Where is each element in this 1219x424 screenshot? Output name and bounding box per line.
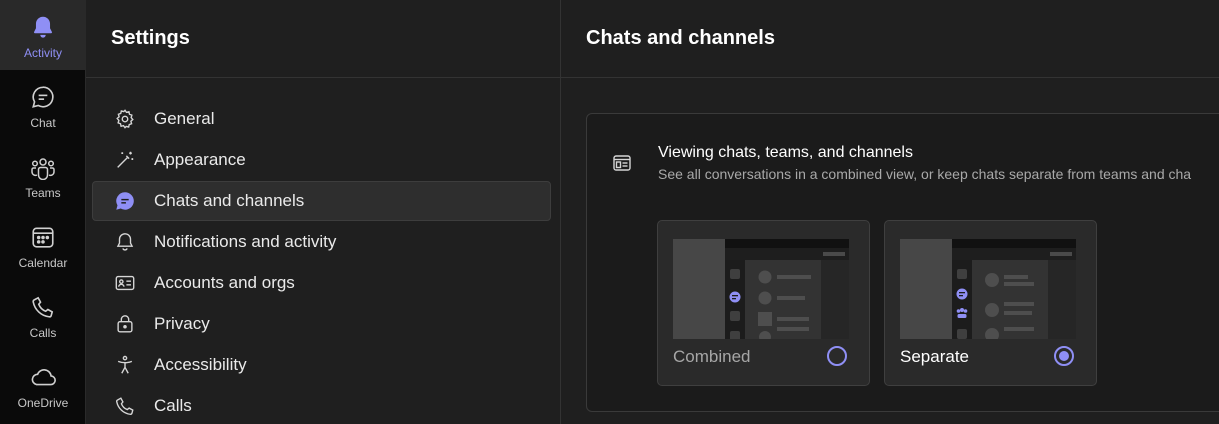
phone-icon — [113, 394, 137, 418]
rail-label: OneDrive — [17, 396, 69, 410]
chat-icon — [29, 83, 57, 111]
nav-item-chats-and-channels[interactable]: Chats and channels — [92, 181, 551, 221]
page-title: Chats and channels — [586, 27, 775, 49]
nav-label: Notifications and activity — [154, 232, 337, 251]
settings-nav: General Appearance Chats and channels No… — [92, 99, 551, 424]
settings-panel: Settings General Appearance Chats and ch… — [86, 0, 561, 424]
nav-label: Privacy — [154, 314, 210, 333]
nav-label: Calls — [154, 396, 192, 415]
calendar-icon — [29, 223, 57, 251]
cloud-icon — [29, 363, 57, 391]
settings-title: Settings — [111, 27, 190, 49]
settings-header: Settings — [86, 0, 560, 78]
nav-label: General — [154, 109, 215, 128]
view-settings-card: Viewing chats, teams, and channels See a… — [586, 113, 1219, 412]
nav-item-notifications[interactable]: Notifications and activity — [92, 222, 551, 262]
layout-icon — [612, 153, 634, 175]
nav-item-appearance[interactable]: Appearance — [92, 140, 551, 180]
rail-item-teams[interactable]: Teams — [0, 140, 86, 210]
option-combined[interactable]: Combined — [657, 220, 870, 386]
bell-icon — [113, 230, 137, 254]
nav-item-calls[interactable]: Calls — [92, 386, 551, 424]
rail-label: Activity — [23, 46, 62, 60]
bell-icon — [29, 13, 57, 41]
rail-item-activity[interactable]: Activity — [0, 0, 86, 70]
section-description: See all conversations in a combined view… — [658, 166, 1192, 182]
teams-icon — [29, 153, 57, 181]
nav-item-accessibility[interactable]: Accessibility — [92, 345, 551, 385]
rail-label: Teams — [25, 186, 61, 200]
section-title: Viewing chats, teams, and channels — [658, 144, 913, 161]
nav-item-general[interactable]: General — [92, 99, 551, 139]
nav-label: Chats and channels — [154, 191, 305, 210]
combined-preview — [673, 239, 849, 339]
rail-item-calendar[interactable]: Calendar — [0, 210, 86, 280]
nav-label: Appearance — [154, 150, 246, 169]
rail-item-calls[interactable]: Calls — [0, 280, 86, 350]
nav-label: Accessibility — [154, 355, 247, 374]
option-label: Combined — [673, 347, 751, 366]
magic-wand-icon — [113, 148, 137, 172]
id-card-icon — [113, 271, 137, 295]
phone-icon — [29, 293, 57, 321]
option-label: Separate — [900, 347, 969, 366]
lock-icon — [113, 312, 137, 336]
card-header: Viewing chats, teams, and channels See a… — [612, 144, 1191, 182]
nav-item-accounts[interactable]: Accounts and orgs — [92, 263, 551, 303]
rail-item-onedrive[interactable]: OneDrive — [0, 350, 86, 420]
rail-label: Calls — [29, 326, 57, 340]
chat-bubble-icon — [113, 189, 137, 213]
nav-label: Accounts and orgs — [154, 273, 295, 292]
radio-separate[interactable] — [1054, 346, 1074, 366]
rail-item-chat[interactable]: Chat — [0, 70, 86, 140]
app-rail: Activity Chat Teams Calendar Calls OneDr… — [0, 0, 86, 424]
separate-preview — [900, 239, 1076, 339]
rail-label: Calendar — [18, 256, 68, 270]
gear-icon — [113, 107, 137, 131]
radio-combined[interactable] — [827, 346, 847, 366]
main-content: Chats and channels Viewing chats, teams,… — [561, 0, 1219, 424]
nav-item-privacy[interactable]: Privacy — [92, 304, 551, 344]
main-header: Chats and channels — [561, 0, 1219, 78]
rail-label: Chat — [30, 116, 56, 130]
accessibility-icon — [113, 353, 137, 377]
option-separate[interactable]: Separate — [884, 220, 1097, 386]
